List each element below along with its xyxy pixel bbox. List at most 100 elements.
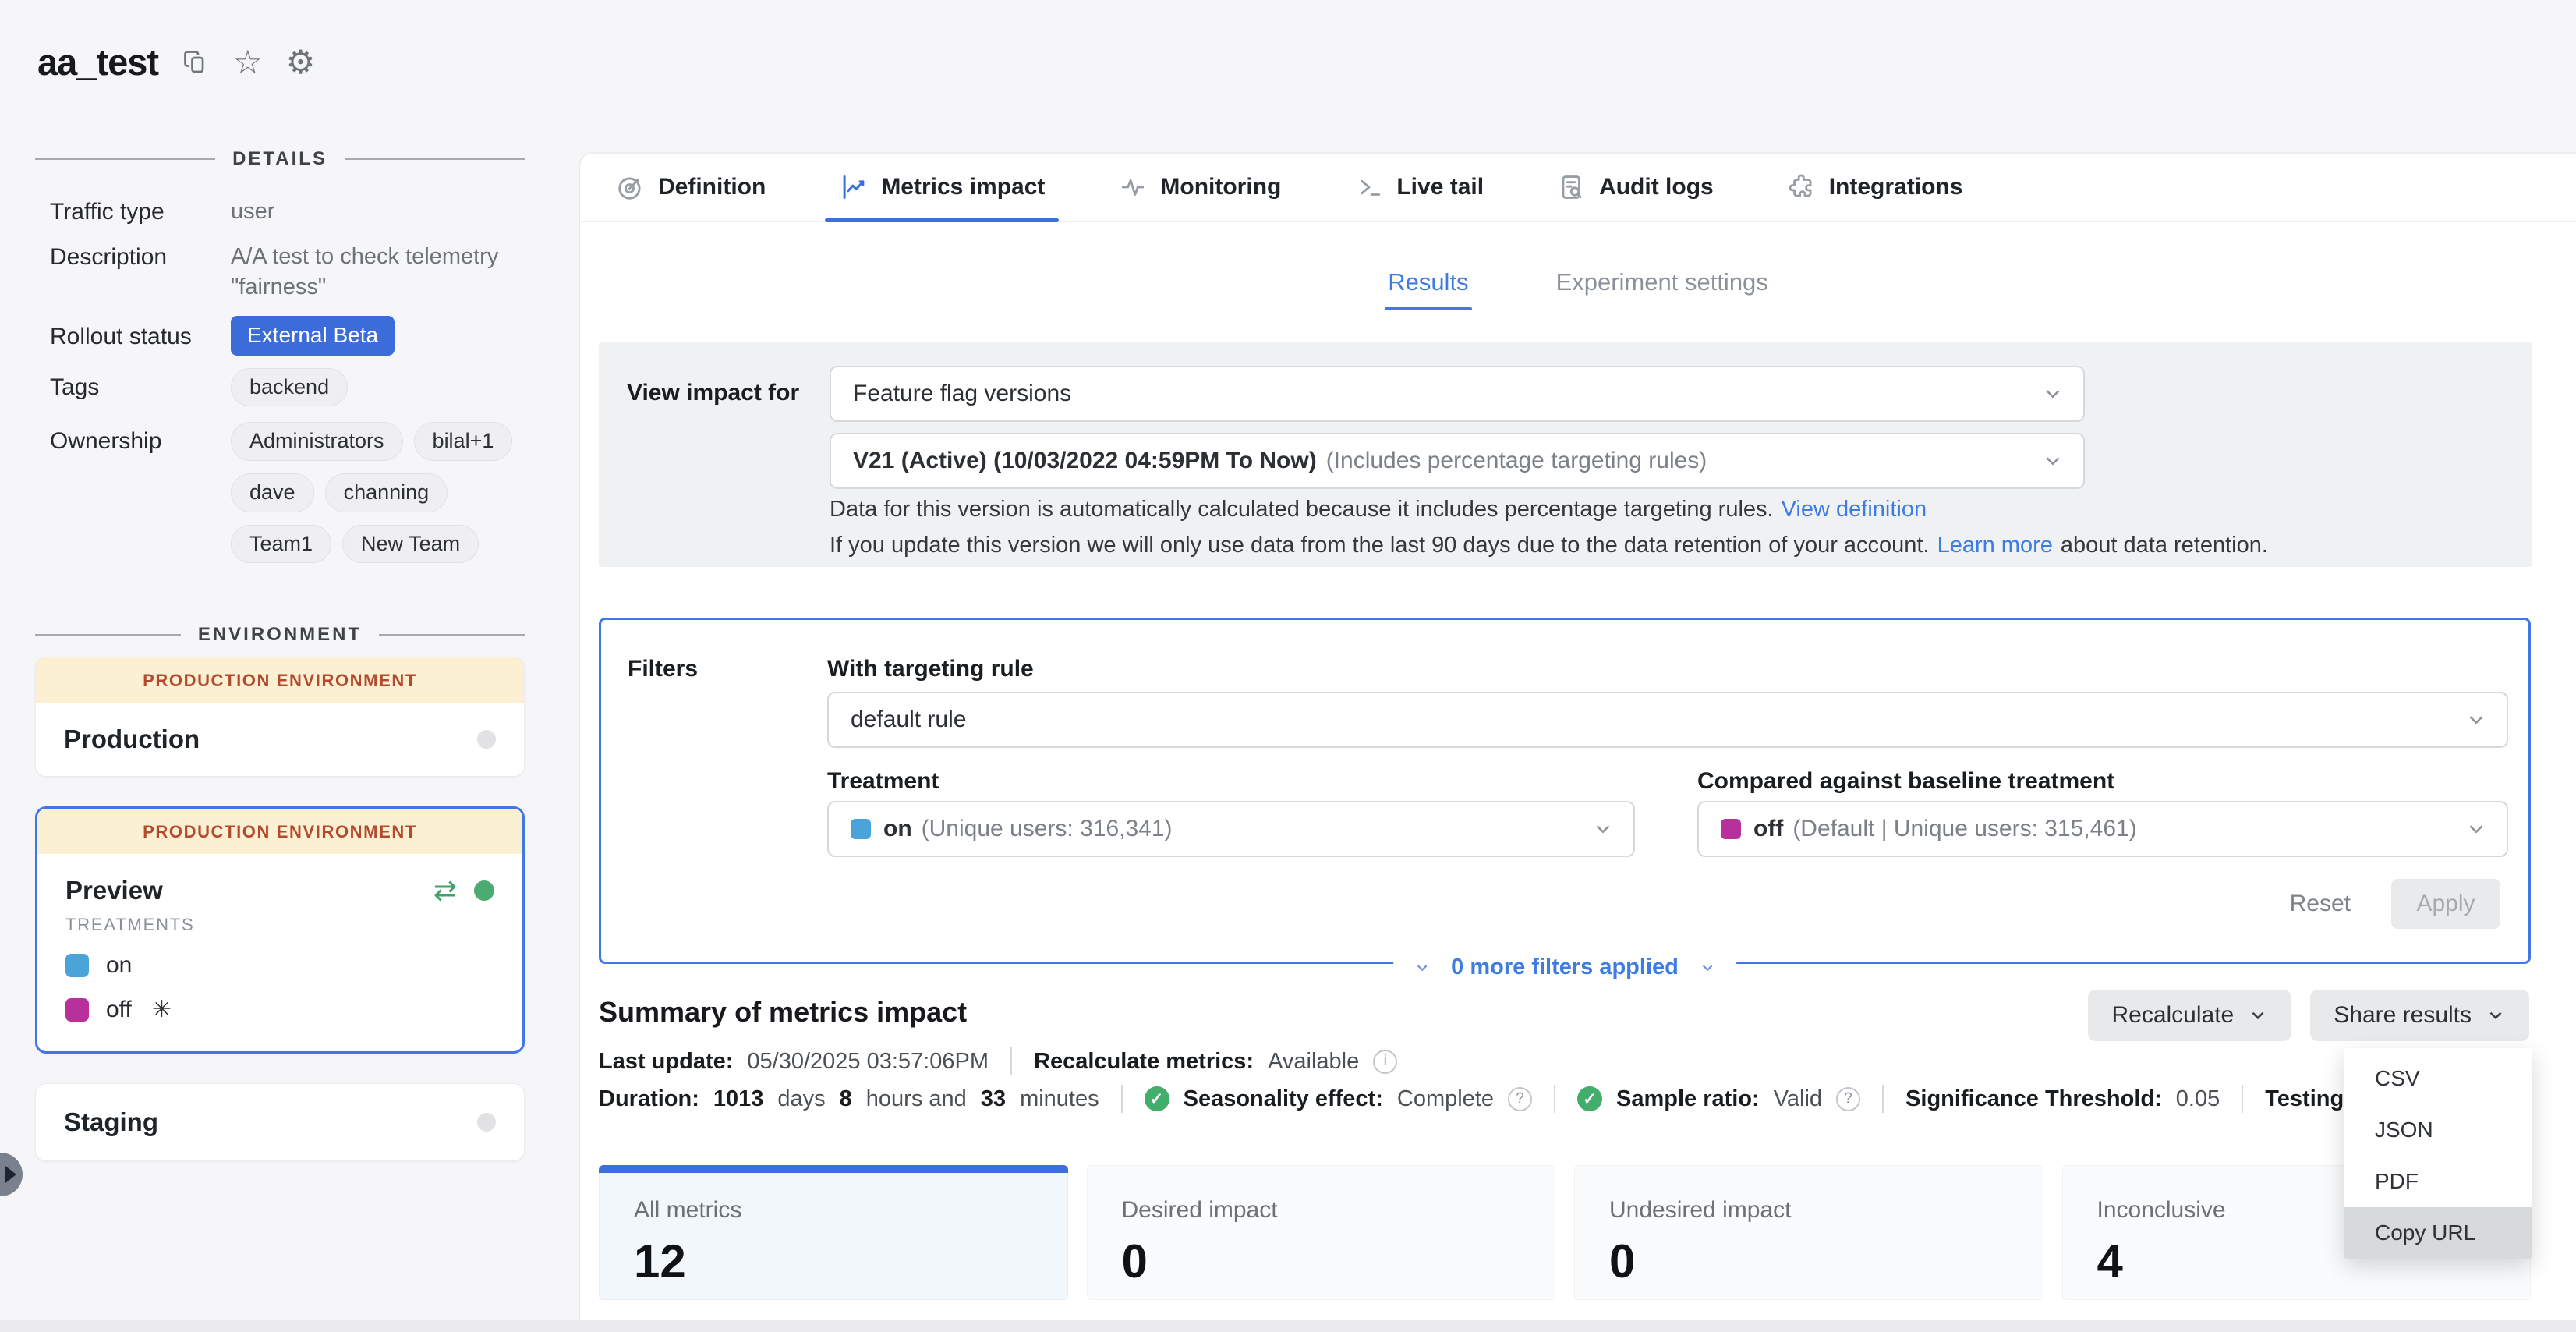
chevron-down-icon xyxy=(2465,708,2488,732)
learn-more-link[interactable]: Learn more xyxy=(1937,533,2053,558)
star-icon[interactable]: ☆ xyxy=(233,46,263,79)
sample-ratio-value: Valid xyxy=(1774,1086,1822,1112)
menu-item-copy-url[interactable]: Copy URL xyxy=(2344,1207,2532,1259)
env-name: Preview xyxy=(65,876,163,905)
impact-type-dropdown[interactable]: Feature flag versions xyxy=(830,366,2085,422)
card-value: 0 xyxy=(1609,1235,2008,1288)
chevron-down-icon xyxy=(2041,449,2065,473)
summary-meta-line1: Last update: 05/30/2025 03:57:06PM Recal… xyxy=(599,1047,1397,1075)
help-icon[interactable]: ? xyxy=(1836,1087,1860,1111)
view-impact-label: View impact for xyxy=(627,380,799,406)
baseline-value: off xyxy=(1753,816,1783,842)
baseline-dropdown[interactable]: off (Default | Unique users: 315,461) xyxy=(1697,801,2508,857)
tab-label: Integrations xyxy=(1829,174,1963,200)
description-label: Description xyxy=(50,242,231,302)
subtab-experiment-settings[interactable]: Experiment settings xyxy=(1556,268,1768,296)
more-filters-toggle[interactable]: 0 more filters applied xyxy=(1393,955,1736,980)
share-results-menu: CSV JSON PDF Copy URL xyxy=(2344,1048,2532,1259)
menu-item-json[interactable]: JSON xyxy=(2344,1104,2532,1156)
filters-panel: Filters With targeting rule default rule… xyxy=(599,618,2531,964)
divider xyxy=(2242,1085,2243,1113)
recalc-metrics-value: Available xyxy=(1268,1049,1359,1075)
env-card-staging[interactable]: Staging xyxy=(35,1083,525,1161)
card-desired-impact[interactable]: Desired impact 0 xyxy=(1087,1165,1556,1300)
baseline-note: (Default | Unique users: 315,461) xyxy=(1792,816,2136,842)
last-update-value: 05/30/2025 03:57:06PM xyxy=(747,1049,989,1075)
menu-item-csv[interactable]: CSV xyxy=(2344,1053,2532,1104)
reset-button[interactable]: Reset xyxy=(2290,891,2351,917)
traffic-type-label: Traffic type xyxy=(50,197,231,226)
targeting-rule-dropdown[interactable]: default rule xyxy=(827,692,2508,748)
subtab-results[interactable]: Results xyxy=(1388,268,1468,296)
recalc-metrics-label: Recalculate metrics: xyxy=(1034,1049,1254,1075)
version-auto-text: Data for this version is automatically c… xyxy=(830,497,1774,522)
horizontal-scrollbar[interactable] xyxy=(0,1320,2576,1332)
subtab-bar: Results Experiment settings xyxy=(580,224,2576,341)
chevron-down-icon xyxy=(1699,959,1716,976)
help-icon[interactable]: ? xyxy=(1508,1087,1532,1111)
tab-integrations[interactable]: Integrations xyxy=(1787,154,1963,221)
card-label: Undesired impact xyxy=(1609,1197,2008,1224)
status-dot-active xyxy=(474,880,494,901)
tab-audit-logs[interactable]: Audit logs xyxy=(1557,154,1714,221)
sidebar: aa_test ☆ ⚙ DETAILS Traffic type user De… xyxy=(0,0,579,1332)
tab-label: Live tail xyxy=(1396,174,1484,200)
environment-heading: ENVIRONMENT xyxy=(198,624,362,646)
tab-label: Audit logs xyxy=(1599,174,1714,200)
recalculate-button[interactable]: Recalculate xyxy=(2088,990,2291,1041)
owner-pill: bilal+1 xyxy=(414,422,513,461)
data-retention-suffix: about data retention. xyxy=(2061,533,2268,558)
divider-line xyxy=(379,634,525,636)
data-retention-text: If you update this version we will only … xyxy=(830,533,1930,558)
duration-hours-value: 8 xyxy=(840,1086,852,1112)
pulse-icon xyxy=(1118,172,1148,202)
menu-item-pdf[interactable]: PDF xyxy=(2344,1156,2532,1207)
baseline-filter-label: Compared against baseline treatment xyxy=(1697,768,2114,795)
share-results-label: Share results xyxy=(2334,1002,2472,1029)
env-card-production[interactable]: PRODUCTION ENVIRONMENT Production xyxy=(35,657,525,777)
tag-pill: backend xyxy=(231,368,348,407)
tab-label: Definition xyxy=(658,174,766,200)
card-undesired-impact[interactable]: Undesired impact 0 xyxy=(1574,1165,2043,1300)
seasonality-label: Seasonality effect: xyxy=(1184,1086,1383,1112)
production-env-banner: PRODUCTION ENVIRONMENT xyxy=(36,657,524,703)
line-chart-icon xyxy=(839,172,869,202)
main-panel: Definition Metrics impact Monitoring xyxy=(579,152,2576,1332)
audit-log-icon xyxy=(1557,172,1587,202)
copy-icon[interactable] xyxy=(182,48,210,76)
tab-metrics-impact[interactable]: Metrics impact xyxy=(839,154,1045,221)
env-card-preview[interactable]: PRODUCTION ENVIRONMENT Preview ⇄ TREATME… xyxy=(35,806,525,1054)
traffic-type-value: user xyxy=(231,197,518,226)
sidebar-collapse-handle[interactable] xyxy=(0,1153,23,1196)
apply-button[interactable]: Apply xyxy=(2391,879,2500,929)
details-heading: DETAILS xyxy=(232,148,327,170)
divider-line xyxy=(35,158,215,160)
production-env-banner: PRODUCTION ENVIRONMENT xyxy=(37,809,522,854)
page-title: aa_test xyxy=(37,41,158,83)
divider xyxy=(1554,1085,1555,1113)
more-filters-label: 0 more filters applied xyxy=(1451,955,1679,980)
tab-label: Metrics impact xyxy=(881,174,1045,200)
treatment-on-row: on xyxy=(65,952,494,979)
card-all-metrics[interactable]: All metrics 12 xyxy=(599,1165,1068,1300)
treatment-dropdown[interactable]: on (Unique users: 316,341) xyxy=(827,801,1635,857)
version-dropdown[interactable]: V21 (Active) (10/03/2022 04:59PM To Now)… xyxy=(830,433,2085,489)
tab-bar: Definition Metrics impact Monitoring xyxy=(580,154,2576,222)
info-icon[interactable]: i xyxy=(1373,1050,1397,1074)
tab-live-tail[interactable]: Live tail xyxy=(1354,154,1484,221)
treatment-note: (Unique users: 316,341) xyxy=(922,816,1173,842)
divider-line xyxy=(345,158,525,160)
significance-value: 0.05 xyxy=(2176,1086,2220,1112)
tab-monitoring[interactable]: Monitoring xyxy=(1118,154,1281,221)
terminal-icon xyxy=(1354,172,1384,202)
share-results-button[interactable]: Share results xyxy=(2310,990,2529,1041)
tab-definition[interactable]: Definition xyxy=(616,154,766,221)
owner-pill: channing xyxy=(325,473,448,512)
version-value: V21 (Active) (10/03/2022 04:59PM To Now) xyxy=(853,448,1317,474)
targeting-rule-label: With targeting rule xyxy=(827,656,1034,682)
gear-icon[interactable]: ⚙ xyxy=(286,46,316,79)
divider xyxy=(1121,1085,1123,1113)
card-value: 12 xyxy=(634,1235,1033,1288)
view-definition-link[interactable]: View definition xyxy=(1782,497,1927,522)
impact-type-value: Feature flag versions xyxy=(853,381,1071,407)
